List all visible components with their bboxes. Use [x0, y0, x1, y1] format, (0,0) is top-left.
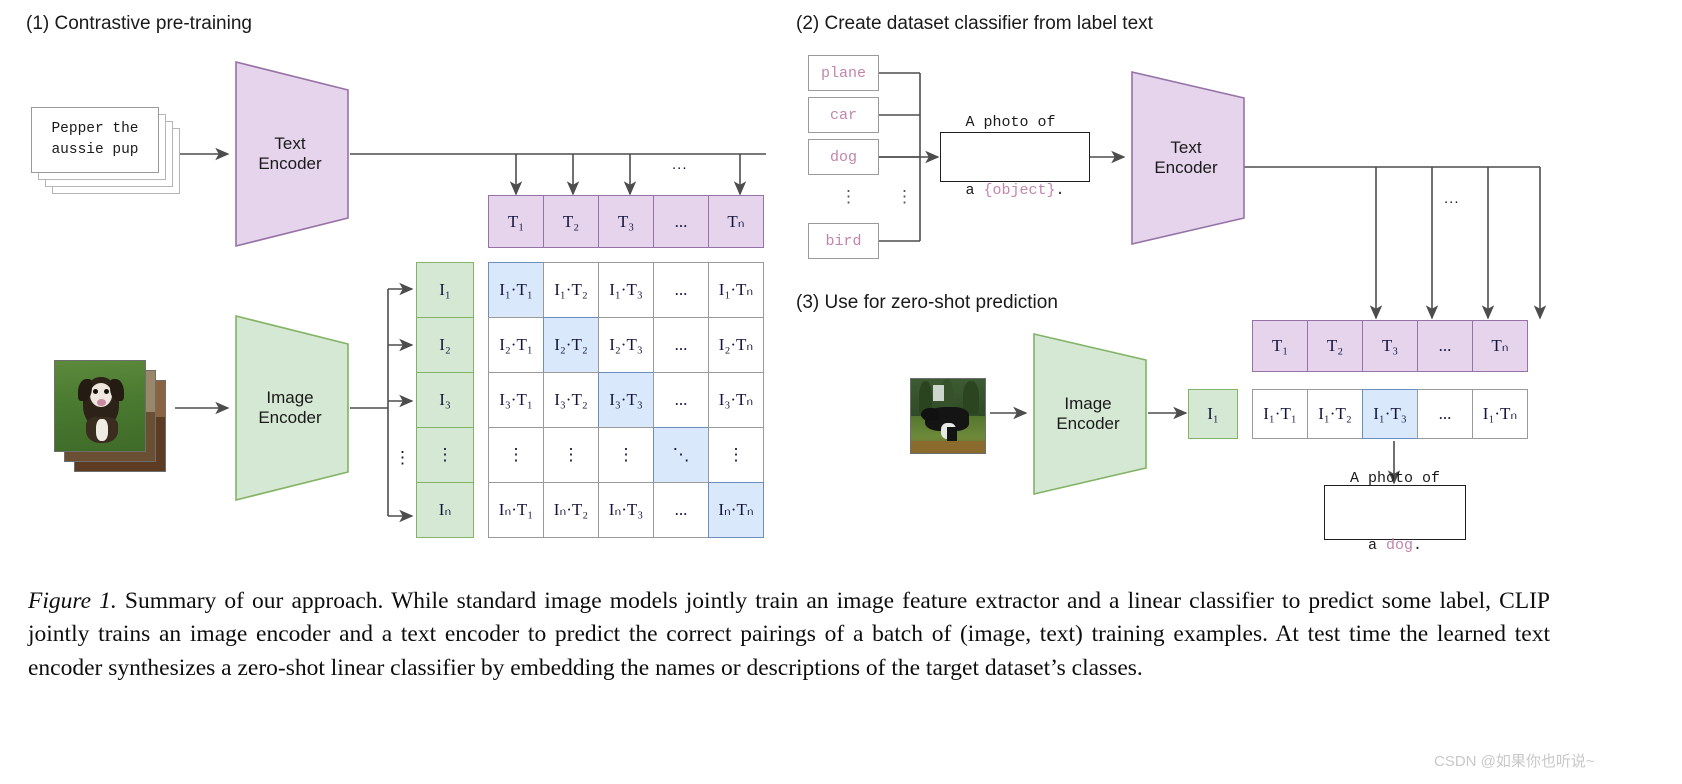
image-embedding-cell-1: I₁ — [416, 262, 474, 318]
matrix-cell-5-5: Iₙ·Tₙ — [708, 482, 764, 538]
zero-shot-cell-5: I₁·Tₙ — [1472, 389, 1528, 439]
matrix-cell-5-1: Iₙ·T₁ — [488, 482, 544, 538]
result-end: . — [1413, 537, 1423, 554]
matrix-cell-5-2: Iₙ·T₂ — [543, 482, 599, 538]
matrix-cell-3-5: I₃·Tₙ — [708, 372, 764, 428]
text-embedding-cell-3: T₃ — [598, 195, 654, 248]
matrix-cell-1-1: I₁·T₁ — [488, 262, 544, 318]
label-box-plane[interactable]: plane — [808, 55, 879, 91]
prompt-template-object: {object} — [983, 181, 1056, 199]
matrix-cell-1-2: I₁·T₂ — [543, 262, 599, 318]
matrix-cell-2-1: I₂·T₁ — [488, 317, 544, 373]
image-encoder-2-label-line2: Encoder — [1056, 414, 1120, 433]
text-encoder-1[interactable]: Text Encoder — [228, 58, 352, 250]
matrix-cell-4-4: ⋱ — [653, 427, 709, 483]
text-embedding-2-cell-2: T₂ — [1307, 320, 1363, 372]
text-embedding-cell-1: T₁ — [488, 195, 544, 248]
matrix-cell-2-3: I₂·T₃ — [598, 317, 654, 373]
text-encoder-1-label-line1: Text — [274, 134, 306, 153]
matrix-cell-3-2: I₃·T₂ — [543, 372, 599, 428]
text-embedding-cell-2: T₂ — [543, 195, 599, 248]
matrix-cell-3-3: I₃·T₃ — [598, 372, 654, 428]
image-encoder-1[interactable]: Image Encoder — [228, 312, 352, 504]
matrix-cell-1-3: I₁·T₃ — [598, 262, 654, 318]
csdn-watermark: CSDN @如果你也听说~ — [1434, 753, 1595, 770]
text-encoder-1-label-line2: Encoder — [258, 154, 322, 173]
text-embedding-2-cell-5: Tₙ — [1472, 320, 1528, 372]
matrix-cell-2-2: I₂·T₂ — [543, 317, 599, 373]
label-box-car[interactable]: car — [808, 97, 879, 133]
result-line1: A photo of — [1349, 469, 1440, 487]
matrix-cell-1-4: ... — [653, 262, 709, 318]
image-encoder-2[interactable]: Image Encoder — [1026, 330, 1150, 498]
label-bus-ellipsis: ⋮ — [896, 187, 913, 206]
prompt-template-end: . — [1055, 181, 1065, 199]
matrix-cell-4-2: ⋮ — [543, 427, 599, 483]
matrix-cell-3-1: I₃·T₁ — [488, 372, 544, 428]
image-embedding-cell-3: I₃ — [416, 372, 474, 428]
matrix-cell-3-4: ... — [653, 372, 709, 428]
text-embedding-2-cell-3: T₃ — [1362, 320, 1418, 372]
test-photo — [910, 378, 986, 454]
image-embedding-cell-4: ⋮ — [416, 427, 474, 483]
matrix-cell-4-5: ⋮ — [708, 427, 764, 483]
image-encoder-1-label-line1: Image — [266, 388, 314, 407]
text-bus-ellipsis: ... — [672, 156, 688, 173]
matrix-cell-4-3: ⋮ — [598, 427, 654, 483]
text-embedding-cell-5: Tₙ — [708, 195, 764, 248]
image-bus-vertical-ellipsis: ⋮ — [394, 448, 411, 467]
prompt-template-box: A photo of a {object}. — [940, 114, 1090, 199]
prompt-template-line1: A photo of — [965, 114, 1056, 131]
figure-canvas: (1) Contrastive pre-training Pepper the … — [0, 0, 1682, 784]
result-object: dog — [1385, 537, 1413, 554]
image-encoder-1-label-line2: Encoder — [258, 408, 322, 427]
image-encoder-2-label-line1: Image — [1064, 394, 1112, 413]
panel-2-title: (2) Create dataset classifier from label… — [796, 13, 1153, 34]
text-encoder-2-label-line1: Text — [1170, 138, 1202, 157]
label-list-ellipsis: ⋮ — [840, 187, 857, 206]
figure-caption-body: Summary of our approach. While standard … — [28, 588, 1550, 681]
matrix-cell-2-4: ... — [653, 317, 709, 373]
text-encoder-2[interactable]: Text Encoder — [1124, 68, 1248, 248]
text-embedding-cell-4: ... — [653, 195, 709, 248]
label-box-dog[interactable]: dog — [808, 139, 879, 175]
test-image-embedding: I₁ — [1188, 389, 1238, 439]
training-photo-1 — [54, 360, 146, 452]
panel-1-title: (1) Contrastive pre-training — [26, 13, 252, 34]
image-embedding-cell-5: Iₙ — [416, 482, 474, 538]
figure-caption: Figure 1. Summary of our approach. While… — [28, 585, 1550, 685]
prediction-result-box: A photo of a dog. — [1324, 470, 1466, 554]
training-caption-text: Pepper the aussie pup — [31, 107, 159, 173]
label-box-bird[interactable]: bird — [808, 223, 879, 259]
matrix-cell-1-5: I₁·Tₙ — [708, 262, 764, 318]
text-encoder-2-label-line2: Encoder — [1154, 158, 1218, 177]
prompt-template-line2a: a — [965, 181, 984, 199]
zero-shot-cell-1: I₁·T₁ — [1252, 389, 1308, 439]
panel-3-title: (3) Use for zero-shot prediction — [796, 292, 1058, 313]
text-embedding-2-cell-1: T₁ — [1252, 320, 1308, 372]
matrix-cell-5-3: Iₙ·T₃ — [598, 482, 654, 538]
matrix-cell-5-4: ... — [653, 482, 709, 538]
text-embedding-2-cell-4: ... — [1417, 320, 1473, 372]
text-bus-2-ellipsis: ... — [1444, 190, 1460, 207]
image-embedding-cell-2: I₂ — [416, 317, 474, 373]
result-line2a: a — [1367, 537, 1386, 554]
matrix-cell-4-1: ⋮ — [488, 427, 544, 483]
matrix-cell-2-5: I₂·Tₙ — [708, 317, 764, 373]
figure-caption-label: Figure 1. — [28, 588, 117, 614]
